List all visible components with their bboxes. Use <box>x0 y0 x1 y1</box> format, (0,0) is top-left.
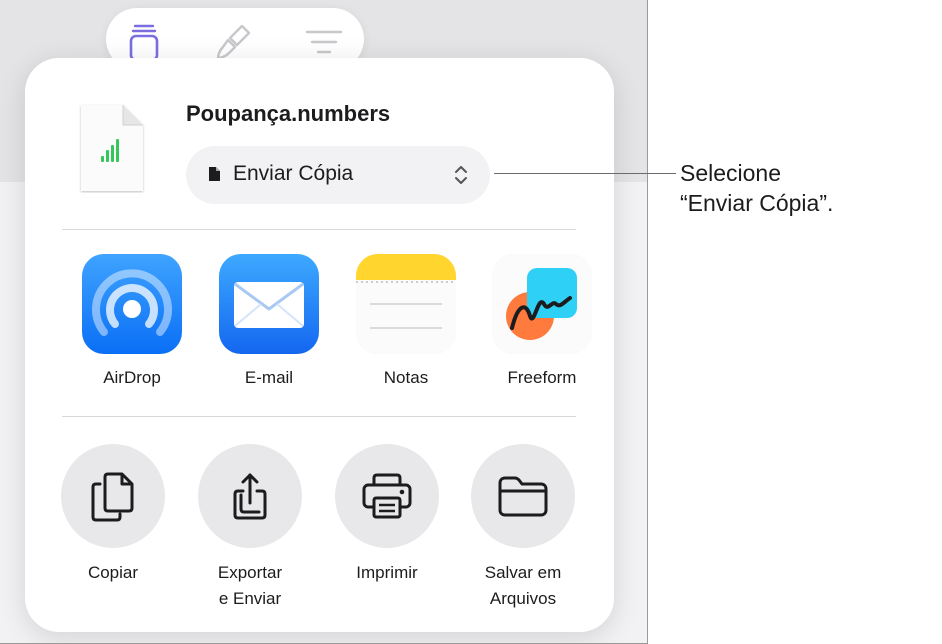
action-circle <box>198 444 302 548</box>
callout-line: “Enviar Cópia”. <box>680 190 834 216</box>
callout-leader-line <box>494 173 676 174</box>
app-airdrop[interactable]: AirDrop <box>82 254 182 388</box>
save-to-files-action[interactable]: Salvar em Arquivos <box>453 444 593 612</box>
action-label: Salvar em Arquivos <box>453 560 593 612</box>
action-label: Exportar e Enviar <box>180 560 320 612</box>
notes-icon <box>356 254 456 354</box>
export-share-icon <box>233 473 267 520</box>
callout-line: Selecione <box>680 160 782 186</box>
copy-icon <box>91 472 134 522</box>
app-mail[interactable]: E-mail <box>219 254 319 388</box>
divider <box>62 229 576 230</box>
action-label-line: Copiar <box>87 563 139 582</box>
send-mode-value: Enviar Cópia <box>233 162 354 185</box>
airdrop-icon <box>82 254 182 354</box>
callout-text: Selecione “Enviar Cópia”. <box>680 158 833 218</box>
mail-icon <box>219 254 319 354</box>
printer-icon <box>362 473 412 519</box>
action-label-line: e Enviar <box>218 589 282 608</box>
action-label: Copiar <box>43 560 183 586</box>
app-label: Notas <box>383 368 429 387</box>
action-label-line: Arquivos <box>489 589 557 608</box>
action-label-line: Imprimir <box>356 563 418 582</box>
freeform-icon <box>492 254 592 354</box>
print-action[interactable]: Imprimir <box>317 444 457 586</box>
action-circle <box>335 444 439 548</box>
copy-action[interactable]: Copiar <box>43 444 183 586</box>
app-label: E-mail <box>244 368 294 387</box>
divider <box>62 416 576 417</box>
app-label: AirDrop <box>103 368 161 387</box>
file-name: Poupança.numbers <box>186 101 391 126</box>
folder-icon <box>498 476 548 517</box>
chevron-up-down-icon <box>455 166 467 184</box>
brush-icon[interactable] <box>214 22 254 62</box>
text-align-icon[interactable] <box>304 22 344 62</box>
send-mode-select[interactable]: Enviar Cópia <box>186 146 490 204</box>
export-share-action[interactable]: Exportar e Enviar <box>180 444 320 612</box>
action-circle <box>61 444 165 548</box>
action-label-line: Salvar em <box>484 563 562 582</box>
action-label: Imprimir <box>317 560 457 586</box>
action-label-line: Exportar <box>217 563 283 582</box>
app-notes[interactable]: Notas <box>356 254 456 388</box>
action-circle <box>471 444 575 548</box>
format-object-icon[interactable] <box>124 22 164 62</box>
document-icon <box>209 167 220 181</box>
app-label: Freeform <box>507 368 577 387</box>
app-screen: Poupança.numbers Enviar Cópia AirDrop E-… <box>0 0 648 644</box>
app-freeform[interactable]: Freeform <box>492 254 592 388</box>
numbers-document-icon <box>79 103 145 193</box>
